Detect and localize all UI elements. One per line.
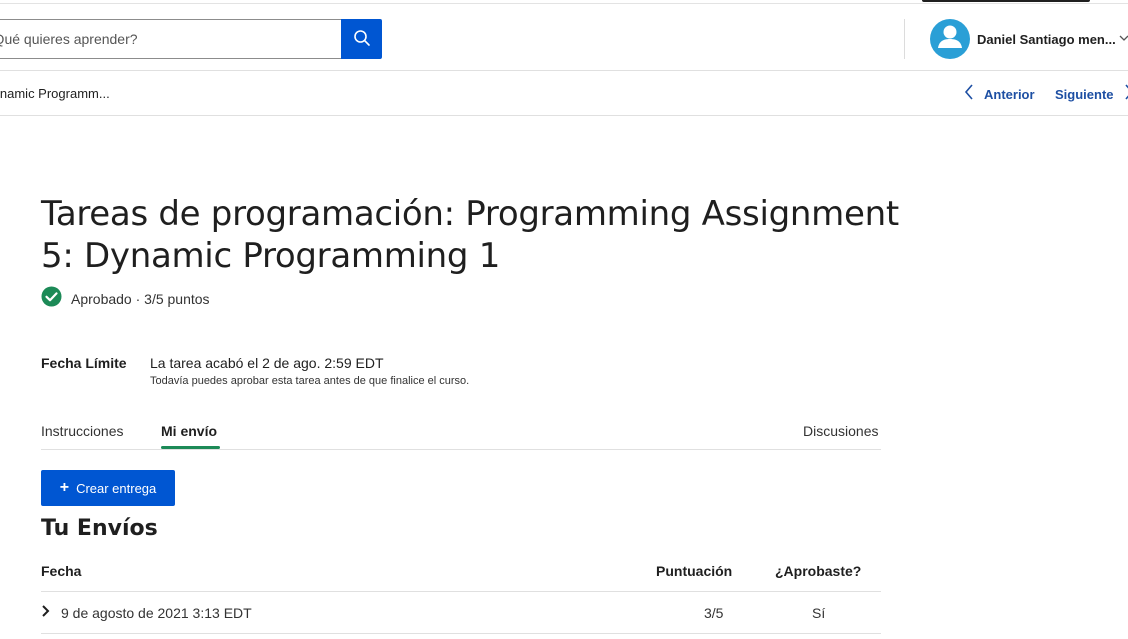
column-header-score: Puntuación <box>656 563 733 579</box>
submission-date: 9 de agosto de 2021 3:13 EDT <box>61 605 252 621</box>
check-circle-icon <box>41 286 62 312</box>
column-header-passed: ¿Aprobaste? <box>775 563 862 579</box>
tab-my-submission[interactable]: Mi envío <box>161 423 217 439</box>
chevron-down-icon[interactable] <box>1119 32 1128 46</box>
chevron-right-icon <box>1124 84 1128 105</box>
header-divider <box>904 19 905 59</box>
user-name[interactable]: Daniel Santiago men... <box>977 32 1116 47</box>
page-title: Tareas de programación: Programming Assi… <box>41 194 899 276</box>
breadcrumb[interactable]: Dynamic Programm... <box>0 86 110 101</box>
top-divider <box>0 3 1128 4</box>
chevron-left-icon <box>964 84 974 105</box>
user-icon <box>930 19 970 59</box>
previous-label: Anterior <box>984 87 1035 102</box>
submissions-title: Tu Envíos <box>41 516 158 541</box>
table-row[interactable]: 9 de agosto de 2021 3:13 EDT 3/5 Sí <box>41 592 881 634</box>
top-header: Daniel Santiago men... <box>0 6 1128 71</box>
search-icon <box>353 29 371 50</box>
deadline-note: Todavía puedes aprobar esta tarea antes … <box>150 375 470 387</box>
search-input[interactable] <box>0 19 342 59</box>
status-text: Aprobado · 3/5 puntos <box>71 291 210 307</box>
top-tab-indicator <box>922 0 1090 2</box>
next-label: Siguiente <box>1055 87 1114 102</box>
column-header-date: Fecha <box>41 563 82 579</box>
submission-passed: Sí <box>812 605 826 621</box>
submission-score: 3/5 <box>704 605 724 621</box>
create-submission-label: Crear entrega <box>76 480 157 496</box>
table-header: Fecha Puntuación ¿Aprobaste? <box>41 552 881 592</box>
search-button[interactable] <box>341 19 382 59</box>
search-bar <box>0 19 382 59</box>
tab-discussions[interactable]: Discusiones <box>803 423 878 439</box>
deadline-value: La tarea acabó el 2 de ago. 2:59 EDT <box>150 355 384 371</box>
tab-instructions[interactable]: Instrucciones <box>41 423 123 439</box>
avatar[interactable] <box>930 19 970 59</box>
status-badge: Aprobado · 3/5 puntos <box>41 286 210 312</box>
breadcrumb-bar: Dynamic Programm... Anterior Siguiente <box>0 72 1128 116</box>
next-button[interactable]: Siguiente <box>1055 84 1128 105</box>
create-submission-button[interactable]: + Crear entrega <box>41 470 175 506</box>
breadcrumb-current[interactable]: Dynamic Programm... <box>0 86 110 101</box>
deadline-label: Fecha Límite <box>41 355 127 371</box>
plus-icon: + <box>59 479 70 496</box>
active-tab-indicator <box>161 446 220 449</box>
chevron-right-icon[interactable] <box>41 604 51 623</box>
assignment-tabs: Instrucciones Mi envío Discusiones <box>41 414 881 450</box>
previous-button[interactable]: Anterior <box>964 84 1035 105</box>
